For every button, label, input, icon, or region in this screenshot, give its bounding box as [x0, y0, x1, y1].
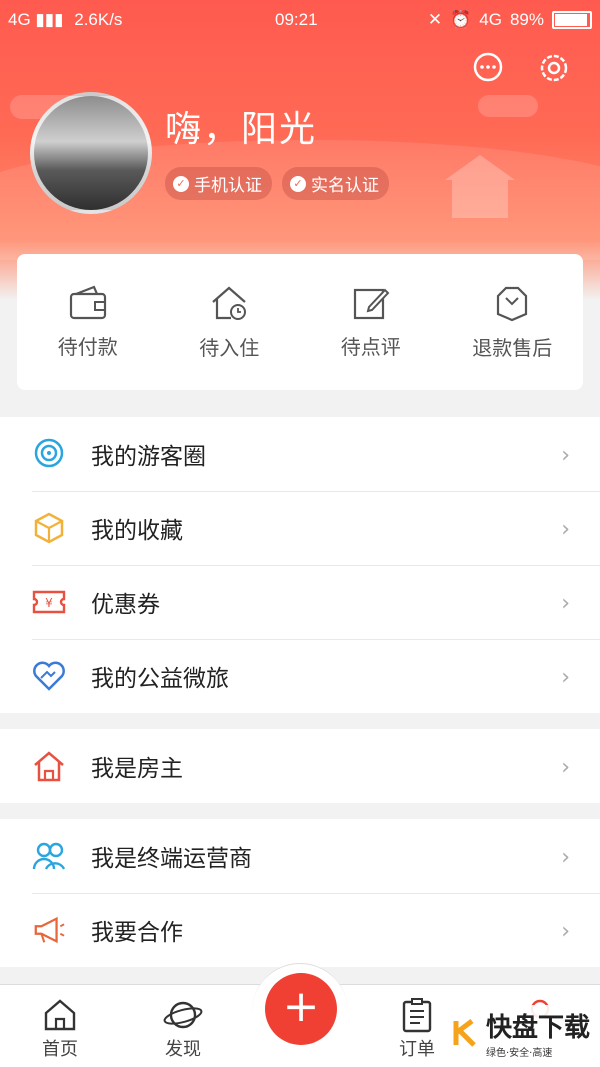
menu-item-charity-trip[interactable]: 我的公益微旅 ›	[0, 639, 600, 713]
menu-label: 我的公益微旅	[91, 666, 229, 692]
home-icon	[15, 995, 105, 1035]
k-logo-icon	[453, 1019, 476, 1047]
battery-icon	[552, 11, 592, 29]
order-pending-review[interactable]: 待点评	[306, 285, 436, 360]
edit-icon	[353, 288, 390, 319]
menu-label: 我的游客圈	[91, 444, 206, 470]
order-refund[interactable]: 退款售后	[447, 284, 577, 361]
battery-percent: 89%	[509, 10, 544, 29]
menu-item-operator[interactable]: 我是终端运营商 ›	[0, 819, 600, 893]
avatar[interactable]	[30, 92, 152, 214]
coupon-icon: ¥	[32, 585, 66, 619]
chevron-right-icon: ›	[561, 755, 570, 780]
menu-label: 优惠券	[91, 592, 160, 618]
order-label: 退款售后	[472, 335, 553, 360]
badge-label: 手机认证	[194, 176, 262, 196]
net-speed: 2.6K/s	[74, 10, 123, 29]
home-clock-icon	[212, 286, 247, 320]
cloud-decoration	[478, 95, 538, 117]
id-verified-badge[interactable]: ✓ 实名认证	[282, 167, 389, 200]
settings-icon[interactable]	[536, 50, 572, 86]
menu-item-landlord[interactable]: 我是房主 ›	[0, 729, 600, 803]
users-icon	[32, 839, 66, 873]
order-label: 待付款	[57, 334, 118, 359]
menu-item-coupons[interactable]: ¥ 优惠券 ›	[0, 565, 600, 639]
tab-label: 首页	[42, 1039, 78, 1060]
order-status-card: 待付款 待入住 待点评 退款售后	[17, 254, 583, 390]
bottom-tab-bar: 首页 发现 + 订单 快盘下载 绿色·安全·高速	[0, 963, 600, 1067]
chat-bubble-icon	[32, 437, 66, 471]
svg-text:¥: ¥	[45, 596, 53, 610]
alarm-icon: ⏰	[450, 10, 472, 29]
chevron-right-icon: ›	[561, 665, 570, 690]
menu-group-1: 我的游客圈 › 我的收藏 › ¥ 优惠券 › 我的公益微旅 ›	[0, 417, 600, 713]
order-pending-checkin[interactable]: 待入住	[164, 284, 294, 361]
chevron-right-icon: ›	[561, 919, 570, 944]
chevron-right-icon: ›	[561, 517, 570, 542]
network-right-label: 4G	[479, 10, 502, 29]
mute-icon: ✕	[427, 10, 443, 29]
check-icon: ✓	[290, 175, 306, 192]
menu-label: 我是房主	[91, 756, 183, 782]
tab-home[interactable]: 首页	[15, 995, 105, 1061]
add-button[interactable]: +	[265, 973, 337, 1045]
status-bar: 4G ▮▮▮ 2.6K/s 09:21 ✕ ⏰ 4G 89%	[0, 0, 600, 40]
order-pending-payment[interactable]: 待付款	[23, 285, 153, 360]
menu-item-favorites[interactable]: 我的收藏 ›	[0, 491, 600, 565]
tab-label: 发现	[165, 1039, 201, 1060]
badge-label: 实名认证	[311, 176, 379, 196]
house-icon	[32, 749, 66, 783]
order-label: 待入住	[199, 335, 260, 360]
menu-group-2: 我是房主 ›	[0, 729, 600, 803]
chevron-right-icon: ›	[561, 443, 570, 468]
clock: 09:21	[275, 10, 318, 29]
check-icon: ✓	[173, 175, 189, 192]
planet-icon	[138, 995, 228, 1035]
chevron-right-icon: ›	[561, 845, 570, 870]
tab-discover[interactable]: 发现	[138, 995, 228, 1061]
menu-label: 我的收藏	[91, 518, 183, 544]
username: 嗨，阳光	[165, 109, 318, 150]
heart-icon	[32, 659, 66, 693]
house-decoration-icon	[445, 155, 515, 218]
message-icon[interactable]	[470, 50, 506, 86]
order-label: 待点评	[340, 334, 401, 359]
box-icon	[32, 511, 66, 545]
wallet-icon	[69, 285, 106, 319]
watermark-title: 快盘下载	[485, 1013, 590, 1043]
menu-group-3: 我是终端运营商 › 我要合作 ›	[0, 819, 600, 967]
menu-item-cooperation[interactable]: 我要合作 ›	[0, 893, 600, 967]
watermark-subtitle: 绿色·安全·高速	[485, 1048, 553, 1059]
menu-label: 我要合作	[91, 920, 183, 946]
refund-icon	[497, 286, 528, 321]
megaphone-icon	[32, 913, 66, 947]
signal-icon: ▮▮▮	[35, 10, 64, 29]
chevron-right-icon: ›	[561, 591, 570, 616]
network-label: 4G	[8, 10, 31, 29]
phone-verified-badge[interactable]: ✓ 手机认证	[165, 167, 272, 200]
menu-label: 我是终端运营商	[91, 846, 252, 872]
verification-badges: ✓ 手机认证 ✓ 实名认证	[165, 167, 389, 200]
menu-item-tourist-circle[interactable]: 我的游客圈 ›	[0, 417, 600, 491]
watermark-logo: 快盘下载 绿色·安全·高速	[447, 1005, 594, 1061]
